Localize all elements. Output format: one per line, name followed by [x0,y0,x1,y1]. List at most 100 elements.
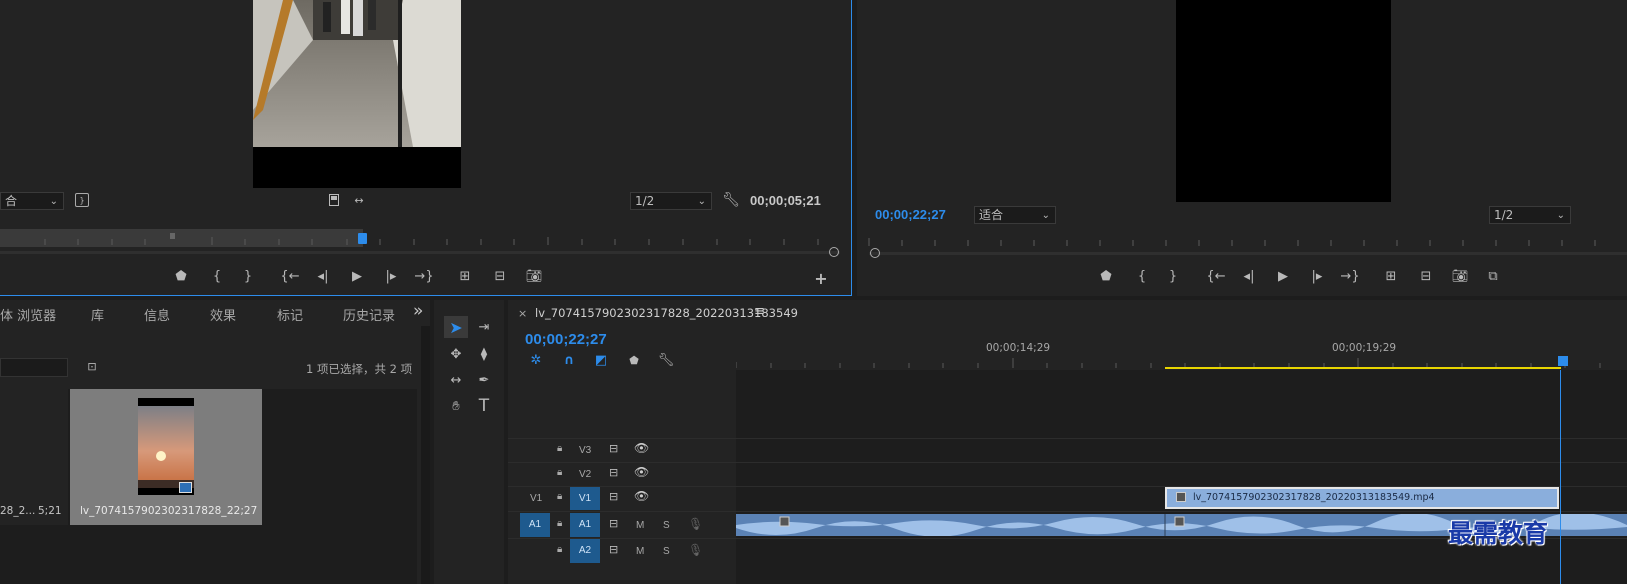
track-v3[interactable]: 🔒︎ V3 ⊟ 👁︎ [508,438,1627,461]
list-item[interactable]: 28_2... 5;21 [0,389,68,525]
sync-lock-icon[interactable]: ⊟ [609,490,618,503]
program-zoom-select[interactable]: 适合 ⌄ [974,206,1056,224]
lock-icon[interactable]: 🔒︎ [557,491,562,502]
add-marker-icon[interactable]: ⬟ [626,352,642,368]
video-clip[interactable]: lv_7074157902302317828_20220313183549.mp… [1165,487,1559,509]
overwrite-icon[interactable]: ⊟ [491,268,509,284]
tab-libraries[interactable]: 库 [91,305,104,324]
type-tool-icon[interactable]: T [472,395,496,417]
close-icon[interactable]: × [518,307,527,320]
mark-in-icon[interactable]: { [1134,268,1150,284]
wrench-icon[interactable]: 🔧︎ [658,352,675,368]
sync-lock-icon[interactable]: ⊟ [609,466,618,479]
work-area-bar[interactable] [1165,367,1561,369]
solo-button[interactable]: S [663,546,670,557]
tab-media-browser[interactable]: 体 浏览器 [0,305,56,324]
overflow-tabs-icon[interactable]: » [413,301,423,321]
add-marker-icon[interactable]: ⬟ [173,268,189,284]
zoom-handle-icon[interactable] [829,247,839,257]
razor-tool-icon[interactable]: ⧫ [472,343,496,365]
timeline-ruler[interactable]: 00;00;14;29 00;00;19;29 [736,340,1627,370]
source-settings-icon[interactable]: } [75,193,89,207]
nest-icon[interactable]: ✲ [528,352,544,368]
source-patch-v1[interactable]: V1 [530,493,542,504]
panel-menu-icon[interactable]: ≡ [754,304,765,319]
lock-icon[interactable]: 🔒︎ [557,544,562,555]
timeline-playhead[interactable] [1558,356,1568,366]
track-target-a2[interactable]: A2 [570,539,600,563]
step-forward-icon[interactable]: |▸ [1309,268,1325,284]
wrench-icon[interactable]: 🔧︎ [722,192,740,208]
program-time-ruler[interactable] [867,234,1627,248]
insert-icon[interactable]: ⊞ [456,268,474,284]
slip-tool-icon[interactable]: ↔ [444,369,468,391]
eye-icon[interactable]: 👁︎ [634,441,649,455]
comparison-view-icon[interactable]: ⧉ [1484,268,1502,284]
step-back-icon[interactable]: ◂| [1241,268,1257,284]
play-icon[interactable]: ▶ [349,268,365,284]
lock-icon[interactable]: 🔒︎ [557,518,562,529]
track-target-a1[interactable]: A1 [570,513,600,537]
clip-thumbnail[interactable] [138,398,194,495]
mute-button[interactable]: M [636,520,644,531]
program-resolution-select[interactable]: 1/2 ⌄ [1489,206,1571,224]
mark-in-icon[interactable]: { [209,268,225,284]
linked-selection-icon[interactable]: ◩ [593,352,609,368]
play-icon[interactable]: ▶ [1275,268,1291,284]
lock-icon[interactable]: 🔒︎ [557,467,562,478]
ripple-edit-tool-icon[interactable]: ✥ [444,343,468,365]
track-target-v1[interactable]: V1 [570,487,600,510]
lift-icon[interactable]: ⊞ [1382,268,1400,284]
source-timecode[interactable]: 00;00;05;21 [750,193,821,208]
source-resolution-select[interactable]: 1/2 ⌄ [630,192,712,210]
extract-icon[interactable]: ⊟ [1417,268,1435,284]
mark-out-icon[interactable]: } [1165,268,1181,284]
tab-history[interactable]: 历史记录 [343,305,395,324]
tab-effects[interactable]: 效果 [210,305,236,324]
step-back-icon[interactable]: ◂| [315,268,331,284]
timeline-timecode[interactable]: 00;00;22;27 [525,331,607,348]
project-search-input[interactable] [0,358,68,377]
sync-lock-icon[interactable]: ⊟ [609,442,618,455]
go-to-out-icon[interactable]: →} [414,268,433,284]
project-scrollbar[interactable] [421,326,430,584]
export-frame-icon[interactable] [328,193,340,207]
go-to-in-icon[interactable]: {← [280,268,299,284]
camera-icon[interactable]: 📷︎ [1451,268,1469,284]
program-zoom-scrollbar[interactable] [869,252,1627,255]
tab-info[interactable]: 信息 [144,305,170,324]
add-button-icon[interactable]: + [813,269,829,288]
source-zoom-scrollbar[interactable] [0,251,840,254]
tab-markers[interactable]: 标记 [277,305,303,324]
microphone-icon[interactable]: 🎙︎ [688,517,703,531]
mark-out-icon[interactable]: } [240,268,256,284]
add-marker-icon[interactable]: ⬟ [1098,268,1114,284]
solo-button[interactable]: S [663,520,670,531]
find-icon[interactable]: ⊡ [84,359,100,373]
program-timecode[interactable]: 00;00;22;27 [875,207,946,222]
source-playhead[interactable] [358,233,367,244]
camera-icon[interactable]: 📷︎ [525,268,543,284]
sync-lock-icon[interactable]: ⊟ [609,517,618,530]
source-patch-a1[interactable]: A1 [520,513,550,537]
microphone-icon[interactable]: 🎙︎ [688,543,703,557]
track-select-tool-icon[interactable]: ⇥ [472,316,496,338]
eye-icon[interactable]: 👁︎ [634,465,649,479]
track-v1[interactable]: V1 🔒︎ V1 ⊟ 👁︎ lv_7074157902302317828_202… [508,486,1627,510]
step-forward-icon[interactable]: |▸ [383,268,399,284]
pen-tool-icon[interactable]: ✒ [472,369,496,391]
selection-tool-icon[interactable]: ➤ [444,316,468,338]
mute-button[interactable]: M [636,546,644,557]
sync-lock-icon[interactable]: ⊟ [609,543,618,556]
lock-icon[interactable]: 🔒︎ [557,443,562,454]
track-v2[interactable]: 🔒︎ V2 ⊟ 👁︎ [508,462,1627,485]
snap-icon[interactable]: ∩ [561,352,577,368]
zoom-handle-icon[interactable] [870,248,880,258]
drag-video-icon[interactable]: ↔ [350,193,368,207]
hand-tool-icon[interactable]: ✋︎ [444,395,468,417]
source-time-ruler[interactable] [0,229,840,247]
source-zoom-select[interactable]: 合 ⌄ [0,192,64,210]
go-to-in-icon[interactable]: {← [1206,268,1225,284]
eye-icon[interactable]: 👁︎ [634,489,649,503]
go-to-out-icon[interactable]: →} [1340,268,1359,284]
